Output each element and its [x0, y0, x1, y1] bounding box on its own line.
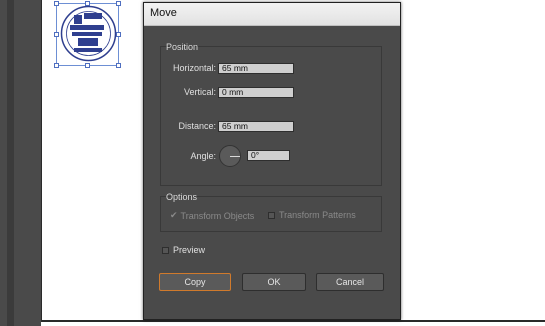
dialog-titlebar[interactable]: Move [144, 3, 400, 26]
resize-handle-br[interactable] [116, 63, 121, 68]
pasteboard [0, 0, 41, 326]
resize-handle-ml[interactable] [54, 32, 59, 37]
move-dialog: Move Position Horizontal: 65 mm Vertical… [143, 2, 401, 320]
angle-field[interactable]: 0° [247, 150, 290, 161]
vertical-label: Vertical: [183, 87, 216, 97]
dialog-title: Move [150, 7, 177, 19]
transform-objects-option[interactable]: ✔ Transform Objects [170, 210, 254, 221]
angle-label: Angle: [190, 151, 216, 161]
resize-handle-bm[interactable] [85, 63, 90, 68]
distance-field[interactable]: 65 mm [218, 121, 294, 132]
ok-button[interactable]: OK [242, 273, 306, 291]
position-group-label: Position [166, 42, 199, 52]
pasteboard-stripe [7, 0, 14, 326]
preview-label: Preview [173, 245, 206, 255]
angle-dial-icon[interactable] [219, 145, 241, 167]
cancel-button[interactable]: Cancel [316, 273, 384, 291]
horizontal-field[interactable]: 65 mm [218, 63, 294, 74]
horizontal-label: Horizontal: [172, 63, 216, 73]
checkmark-icon: ✔ [170, 210, 178, 220]
checkbox-icon [268, 211, 275, 219]
preview-checkbox[interactable] [162, 246, 169, 254]
logo-icon [60, 5, 117, 62]
angle-dial-needle [230, 156, 240, 157]
transform-objects-label: Transform Objects [180, 210, 255, 221]
vertical-field[interactable]: 0 mm [218, 87, 294, 98]
preview-option[interactable]: Preview [162, 245, 205, 255]
distance-label: Distance: [178, 121, 216, 131]
options-group-label: Options [166, 192, 198, 202]
transform-patterns-option[interactable]: Transform Patterns [268, 210, 356, 220]
copy-button[interactable]: Copy [159, 273, 231, 291]
resize-handle-bl[interactable] [54, 63, 59, 68]
resize-handle-tl[interactable] [54, 1, 59, 6]
transform-patterns-label: Transform Patterns [279, 210, 356, 220]
